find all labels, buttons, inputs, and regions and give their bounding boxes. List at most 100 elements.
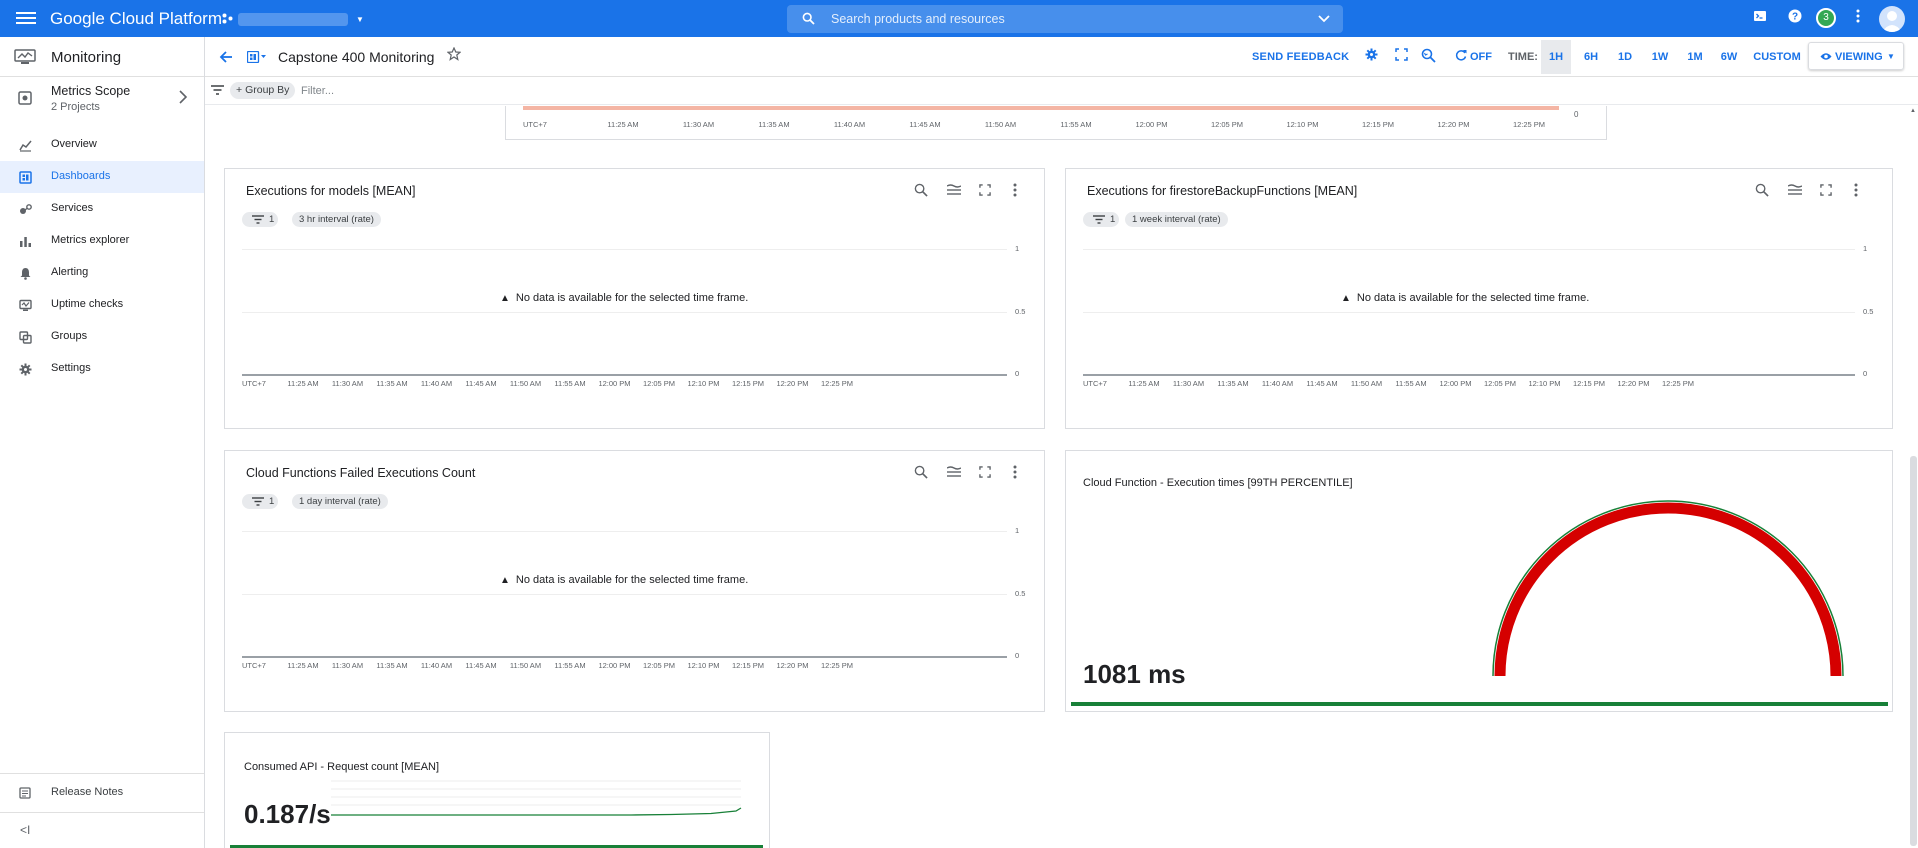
- time-range-1m[interactable]: 1M: [1680, 40, 1710, 74]
- viewing-label: VIEWING: [1835, 51, 1883, 63]
- monitoring-logo-icon: [14, 49, 36, 64]
- help-icon[interactable]: ?: [1786, 9, 1804, 27]
- axis-timezone: UTC+7: [242, 379, 266, 388]
- axis-tick-label: 11:55 AM: [554, 661, 586, 670]
- scorecard-request-count: Consumed API - Request count [MEAN] 0.18…: [224, 732, 770, 848]
- collapse-sidebar-button[interactable]: <I: [0, 812, 204, 848]
- interval-chip[interactable]: 1 day interval (rate): [292, 494, 388, 509]
- chevron-down-icon[interactable]: [1317, 11, 1331, 25]
- gear-icon[interactable]: [1365, 48, 1378, 61]
- fullscreen-icon[interactable]: [979, 465, 991, 483]
- axis-tick-label: 11:45 AM: [909, 120, 941, 129]
- svg-text:?: ?: [1792, 12, 1798, 23]
- group-by-chip[interactable]: + Group By: [230, 82, 296, 99]
- gear-icon: [19, 363, 32, 376]
- time-range-custom[interactable]: CUSTOM: [1751, 40, 1803, 74]
- filter-count-chip[interactable]: 1: [242, 212, 278, 227]
- brand-title[interactable]: Google Cloud Platform: [50, 9, 222, 29]
- chart-title: Cloud Functions Failed Executions Count: [246, 466, 476, 480]
- fullscreen-icon[interactable]: [1395, 48, 1408, 61]
- project-icon: [222, 13, 233, 24]
- more-vert-icon[interactable]: [1013, 465, 1017, 484]
- star-icon[interactable]: [447, 47, 461, 61]
- chart-card-executions-firestore: Executions for firestoreBackupFunctions …: [1065, 168, 1893, 429]
- zoom-reset-icon[interactable]: [1421, 48, 1436, 63]
- sidebar-item-uptime-checks[interactable]: Uptime checks: [0, 289, 204, 321]
- dashboard-type-dropdown[interactable]: [246, 50, 267, 68]
- interval-chip[interactable]: 3 hr interval (rate): [292, 212, 381, 227]
- fullscreen-icon[interactable]: [979, 183, 991, 201]
- sidebar: Monitoring Metrics Scope 2 Projects Over…: [0, 37, 205, 848]
- axis-tick-label: 11:55 AM: [554, 379, 586, 388]
- fullscreen-icon[interactable]: [1820, 183, 1832, 201]
- axis-tick-label: 11:35 AM: [376, 379, 408, 388]
- more-vert-icon[interactable]: [1013, 183, 1017, 202]
- scroll-up-icon[interactable]: ▲: [1910, 108, 1916, 114]
- more-vert-icon[interactable]: [1854, 183, 1858, 202]
- groups-icon: [19, 331, 32, 344]
- bell-icon: [20, 268, 31, 280]
- cloud-shell-icon[interactable]: [1751, 9, 1769, 27]
- sidebar-footer: Release Notes: [0, 773, 204, 810]
- time-range-1w[interactable]: 1W: [1645, 40, 1675, 74]
- sidebar-item-metrics-explorer[interactable]: Metrics explorer: [0, 225, 204, 257]
- no-data-message: ▲ No data is available for the selected t…: [1341, 292, 1589, 304]
- axis-tick-label: 12:10 PM: [687, 379, 720, 388]
- chart-title: Executions for models [MEAN]: [246, 184, 416, 198]
- sidebar-item-groups[interactable]: Groups: [0, 321, 204, 353]
- sidebar-item-dashboards[interactable]: Dashboards: [0, 161, 204, 193]
- chevron-right-icon: [179, 90, 188, 104]
- hamburger-menu-icon[interactable]: [16, 9, 36, 27]
- zoom-icon[interactable]: [914, 465, 928, 484]
- project-selector[interactable]: ▼: [222, 11, 370, 26]
- gauge-arc: [1492, 500, 1844, 677]
- sidebar-item-label: Services: [51, 202, 94, 214]
- product-title: Monitoring: [51, 49, 122, 66]
- axis-tick-label: 11:35 AM: [758, 120, 790, 129]
- axis-tick-label: 11:50 AM: [984, 120, 1017, 129]
- zoom-icon[interactable]: [914, 183, 928, 202]
- search-bar[interactable]: Search products and resources: [787, 5, 1343, 33]
- axis-tick-label: 12:25 PM: [1661, 379, 1695, 388]
- legend-toggle-icon[interactable]: [946, 465, 962, 483]
- axis-tick-label: 11:25 AM: [1128, 379, 1160, 388]
- release-notes-link[interactable]: Release Notes: [0, 774, 204, 810]
- chart-card-failed-executions: Cloud Functions Failed Executions Count …: [224, 450, 1045, 712]
- partial-chart-card: 0 UTC+7 11:25 AM 11:30 AM 11:35 AM 11:40 AM 1…: [505, 106, 1607, 140]
- metrics-scope-selector[interactable]: Metrics Scope 2 Projects: [0, 78, 204, 121]
- no-data-text: No data is available for the selected ti…: [1356, 292, 1590, 304]
- more-vert-icon[interactable]: [1849, 9, 1867, 27]
- vertical-scrollbar[interactable]: ▲: [1908, 106, 1918, 848]
- sidebar-item-alerting[interactable]: Alerting: [0, 257, 204, 289]
- time-range-1d[interactable]: 1D: [1610, 40, 1640, 74]
- filter-bar: + Group By: [205, 77, 1918, 105]
- filter-count-chip[interactable]: 1: [242, 494, 278, 509]
- scrollbar-thumb[interactable]: [1910, 456, 1917, 846]
- time-range-6w[interactable]: 6W: [1714, 40, 1744, 74]
- viewing-mode-dropdown[interactable]: VIEWING ▼: [1808, 42, 1904, 70]
- time-range-1h[interactable]: 1H: [1541, 40, 1571, 74]
- y-axis-tick: 1: [1015, 244, 1020, 253]
- filter-icon[interactable]: [211, 85, 224, 95]
- filter-input[interactable]: [301, 81, 601, 101]
- x-axis-baseline: [242, 374, 1007, 376]
- send-feedback-button[interactable]: SEND FEEDBACK: [1252, 51, 1349, 63]
- legend-toggle-icon[interactable]: [1787, 183, 1803, 201]
- interval-chip[interactable]: 1 week interval (rate): [1125, 212, 1228, 227]
- uptime-icon: [19, 299, 32, 311]
- zoom-icon[interactable]: [1755, 183, 1769, 202]
- y-axis-tick: 1: [1015, 526, 1020, 535]
- sidebar-item-settings[interactable]: Settings: [0, 353, 204, 385]
- chart-plot-area: 1 0.5 0 UTC+7 11:25 AM 11:30 AM 11:35 AM 11:40 …: [242, 526, 1032, 696]
- sidebar-item-overview[interactable]: Overview: [0, 129, 204, 161]
- metrics-scope-title: Metrics Scope: [51, 84, 131, 98]
- sidebar-item-services[interactable]: Services: [0, 193, 204, 225]
- notification-badge[interactable]: 3: [1816, 8, 1836, 28]
- back-arrow-icon[interactable]: [219, 50, 233, 64]
- time-range-6h[interactable]: 6H: [1576, 40, 1606, 74]
- avatar[interactable]: [1879, 6, 1905, 32]
- filter-count-chip[interactable]: 1: [1083, 212, 1119, 227]
- legend-toggle-icon[interactable]: [946, 183, 962, 201]
- refresh-icon[interactable]: [1455, 49, 1467, 61]
- auto-refresh-toggle[interactable]: OFF: [1470, 51, 1492, 63]
